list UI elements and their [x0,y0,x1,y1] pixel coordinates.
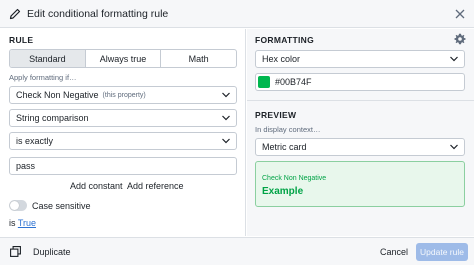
dialog-header: Edit conditional formatting rule [0,0,474,28]
close-icon[interactable] [453,7,467,21]
dialog-title: Edit conditional formatting rule [27,7,169,20]
panel-divider [247,100,474,101]
operator-select[interactable]: is exactly [9,132,237,150]
mode-standard-button[interactable]: Standard [10,50,86,67]
add-reference-button[interactable]: Add reference [127,181,184,191]
rule-section-title: RULE [9,35,34,45]
value-input[interactable]: pass [9,157,237,175]
update-rule-button[interactable]: Update rule [416,243,468,261]
result-prefix: is [9,218,16,228]
color-swatch[interactable] [258,76,270,88]
chevron-down-icon [222,92,230,98]
preview-card-label: Check Non Negative [262,175,327,182]
pencil-icon [9,8,21,20]
hex-color-input[interactable]: #00B74F [255,73,465,91]
mode-always-true-button[interactable]: Always true [86,50,162,67]
metric-card-preview: Check Non Negative Example [255,161,465,207]
operator-select-value: is exactly [16,136,54,146]
duplicate-icon [10,246,21,257]
preview-card-value: Example [262,186,304,197]
context-hint: In display context… [255,125,321,134]
chevron-down-icon [450,144,458,150]
formatting-section-title: FORMATTING [255,35,315,45]
chevron-down-icon [222,138,230,144]
mode-math-button[interactable]: Math [161,50,236,67]
apply-hint: Apply formatting if… [9,73,77,82]
property-select[interactable]: Check Non Negative (this property) [9,86,237,104]
preview-section-title: PREVIEW [255,110,297,120]
format-type-value: Hex color [262,54,301,64]
cancel-button[interactable]: Cancel [380,247,408,257]
rule-mode-switch: Standard Always true Math [9,49,237,68]
comparison-select[interactable]: String comparison [9,109,237,127]
format-type-select[interactable]: Hex color [255,50,465,68]
gear-icon[interactable] [454,33,466,45]
duplicate-label: Duplicate [33,246,71,257]
property-select-value: Check Non Negative [16,90,99,100]
case-sensitive-label: Case sensitive [32,201,91,211]
result-value-link[interactable]: True [18,218,36,228]
add-constant-button[interactable]: Add constant [70,181,123,191]
display-context-value: Metric card [262,142,307,152]
chevron-down-icon [222,115,230,121]
dialog-footer: Duplicate Cancel Update rule [0,237,474,265]
comparison-select-value: String comparison [16,113,89,123]
case-sensitive-toggle[interactable] [9,200,27,211]
result-line: is True [9,218,36,228]
property-select-sub: (this property) [102,91,146,99]
toggle-knob [10,201,19,210]
display-context-select[interactable]: Metric card [255,138,465,156]
chevron-down-icon [450,56,458,62]
duplicate-button[interactable]: Duplicate [10,246,71,257]
